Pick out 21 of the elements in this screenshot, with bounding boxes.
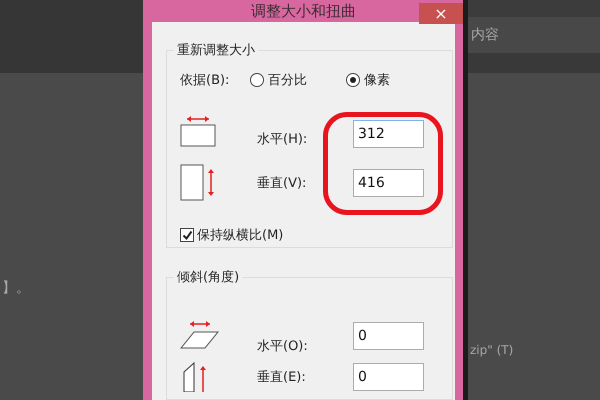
number-input[interactable]: 0 [353, 363, 424, 391]
background-label: 内容 [471, 26, 499, 44]
resize-horizontal-icon [180, 114, 218, 146]
number-input[interactable]: 312 [353, 120, 424, 148]
window-title: 调整大小和扭曲 [251, 2, 356, 20]
background-text: zip" (T) [469, 343, 514, 357]
field-label: 垂直(V): [257, 175, 308, 192]
radio-option[interactable]: 百分比 [250, 71, 346, 89]
close-button[interactable]: × [419, 3, 463, 24]
group-title: 倾斜(角度) [176, 269, 240, 286]
field-label: 垂直(E): [257, 369, 307, 386]
field-label: 水平(H): [257, 131, 308, 148]
number-input[interactable]: 0 [353, 322, 424, 350]
group-title: 重新调整大小 [176, 42, 256, 59]
check-icon [182, 230, 192, 240]
keep-ratio-checkbox[interactable]: 保持纵横比(M) [180, 226, 452, 244]
field-label: 依据(B): [180, 72, 230, 89]
number-input[interactable]: 416 [353, 169, 424, 197]
field-label: 水平(O): [257, 338, 309, 355]
radio-option[interactable]: 像素 [346, 71, 390, 89]
background-text: 】。 [1, 279, 31, 297]
